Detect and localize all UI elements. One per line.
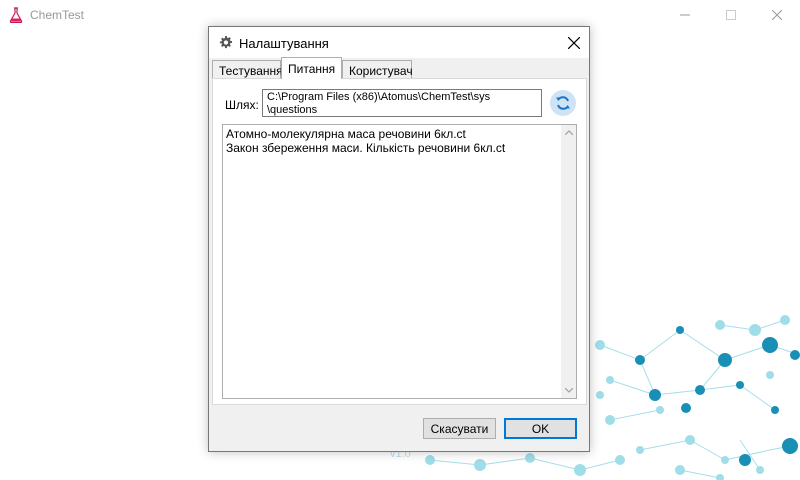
tab-testing[interactable]: Тестування	[212, 60, 283, 80]
app-title: ChemTest	[30, 8, 85, 22]
dialog-titlebar: Налаштування	[209, 27, 589, 58]
tab-questions[interactable]: Питання	[281, 57, 342, 79]
list-item[interactable]: Атомно-молекулярна маса речовини 6кл.ct	[226, 127, 466, 141]
list-item[interactable]: Закон збереження маси. Кількість речовин…	[226, 141, 505, 155]
path-field[interactable]: C:\Program Files (x86)\Atomus\ChemTest\s…	[262, 89, 542, 117]
settings-dialog: Налаштування Тестування Питання Користув…	[208, 26, 590, 452]
maximize-icon	[726, 10, 736, 20]
chevron-up-icon	[564, 130, 573, 135]
minimize-button[interactable]	[662, 0, 708, 30]
refresh-icon	[556, 96, 570, 110]
close-app-button[interactable]	[754, 0, 800, 30]
flask-icon	[9, 7, 23, 23]
path-label: Шлях:	[225, 98, 259, 112]
refresh-button[interactable]	[550, 90, 576, 116]
minimize-icon	[680, 14, 690, 16]
tab-user[interactable]: Користувач	[342, 60, 413, 80]
scroll-down-button[interactable]	[561, 383, 576, 398]
questions-file-list[interactable]: Атомно-молекулярна маса речовини 6кл.ct …	[222, 124, 577, 399]
dialog-title: Налаштування	[239, 36, 329, 51]
close-icon	[568, 37, 580, 49]
chevron-down-icon	[564, 388, 573, 393]
maximize-button[interactable]	[708, 0, 754, 30]
close-icon	[772, 10, 782, 20]
gear-icon	[219, 35, 233, 49]
ok-button[interactable]: OK	[504, 418, 577, 439]
dialog-close-button[interactable]	[561, 30, 587, 56]
scroll-up-button[interactable]	[561, 125, 576, 140]
cancel-button[interactable]: Скасувати	[423, 418, 496, 439]
vertical-scrollbar[interactable]	[561, 125, 576, 398]
